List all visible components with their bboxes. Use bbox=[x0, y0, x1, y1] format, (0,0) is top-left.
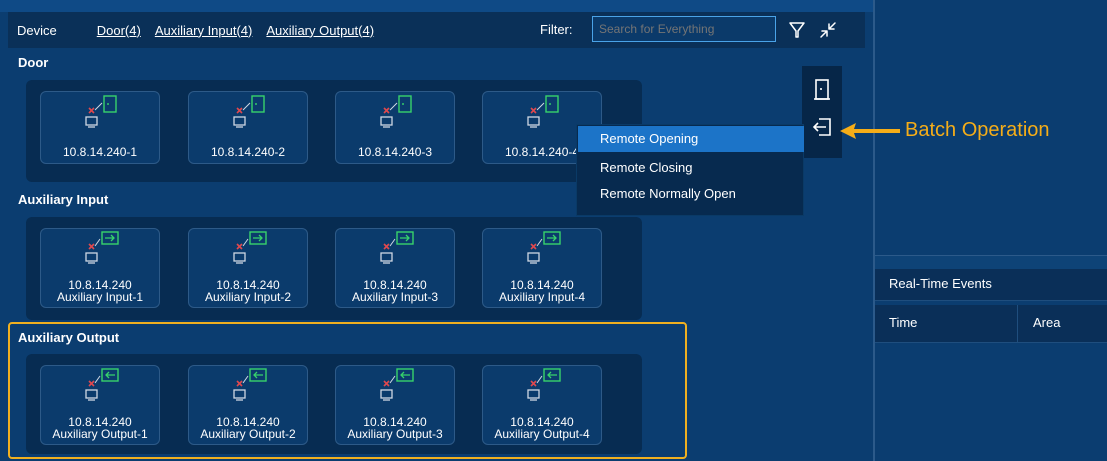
auxiliary-input-tile-2[interactable]: 10.8.14.240 Auxiliary Input-2 bbox=[188, 228, 308, 308]
auxiliary-output-icon bbox=[527, 368, 561, 401]
menu-item-remote-normally-open[interactable]: Remote Normally Open bbox=[578, 181, 804, 207]
auxiliary-output-filter-link[interactable]: Auxiliary Output(4) bbox=[266, 23, 374, 38]
door-panel: 10.8.14.240-1 10.8.14.240-2 10.8.14.240-… bbox=[26, 80, 642, 182]
auxiliary-input-filter-link[interactable]: Auxiliary Input(4) bbox=[155, 23, 253, 38]
column-header-time[interactable]: Time bbox=[889, 309, 917, 337]
funnel-icon[interactable] bbox=[787, 20, 807, 40]
realtime-events-title: Real-Time Events bbox=[875, 269, 1107, 301]
device-name: Auxiliary Output-1 bbox=[52, 427, 148, 441]
batch-operation-callout: Batch Operation bbox=[905, 119, 1050, 141]
filter-label: Filter: bbox=[540, 22, 573, 37]
door-device-icon bbox=[233, 95, 265, 128]
batch-exit-icon[interactable] bbox=[811, 116, 833, 138]
auxiliary-input-section-title: Auxiliary Input bbox=[18, 192, 109, 207]
horizontal-splitter[interactable] bbox=[875, 255, 1107, 269]
main-panel: Device Door(4) Auxiliary Input(4) Auxili… bbox=[0, 0, 873, 461]
device-name: Auxiliary Input-1 bbox=[56, 290, 144, 304]
door-tile-2[interactable]: 10.8.14.240-2 bbox=[188, 91, 308, 164]
auxiliary-output-tile-4[interactable]: 10.8.14.240 Auxiliary Output-4 bbox=[482, 365, 602, 445]
auxiliary-input-tile-3[interactable]: 10.8.14.240 Auxiliary Input-3 bbox=[335, 228, 455, 308]
auxiliary-input-tile-4[interactable]: 10.8.14.240 Auxiliary Input-4 bbox=[482, 228, 602, 308]
door-icon[interactable] bbox=[813, 78, 831, 102]
device-name: Auxiliary Output-4 bbox=[494, 427, 590, 441]
device-name: 10.8.14.240-2 bbox=[210, 145, 286, 159]
device-name: Auxiliary Input-2 bbox=[204, 290, 292, 304]
door-tile-3[interactable]: 10.8.14.240-3 bbox=[335, 91, 455, 164]
batch-tools bbox=[802, 66, 842, 158]
door-tile-1[interactable]: 10.8.14.240-1 bbox=[40, 91, 160, 164]
collapse-arrows-icon[interactable] bbox=[818, 20, 838, 40]
device-name: Auxiliary Input-4 bbox=[498, 290, 586, 304]
callout-arrow-icon bbox=[840, 123, 900, 139]
auxiliary-output-icon bbox=[233, 368, 267, 401]
auxiliary-input-icon bbox=[527, 231, 561, 264]
auxiliary-input-tile-1[interactable]: 10.8.14.240 Auxiliary Input-1 bbox=[40, 228, 160, 308]
auxiliary-output-tile-2[interactable]: 10.8.14.240 Auxiliary Output-2 bbox=[188, 365, 308, 445]
auxiliary-output-tile-1[interactable]: 10.8.14.240 Auxiliary Output-1 bbox=[40, 365, 160, 445]
device-name: 10.8.14.240-1 bbox=[62, 145, 138, 159]
auxiliary-output-panel: 10.8.14.240 Auxiliary Output-1 10.8.14.2… bbox=[26, 354, 642, 454]
realtime-events-pane: Real-Time Events Time Area bbox=[875, 269, 1107, 461]
device-label: Device bbox=[17, 22, 57, 38]
auxiliary-output-section-title: Auxiliary Output bbox=[18, 330, 120, 345]
device-name: Auxiliary Output-3 bbox=[347, 427, 443, 441]
column-divider bbox=[1017, 305, 1018, 343]
door-section-title: Door bbox=[18, 55, 49, 70]
device-name: Auxiliary Output-2 bbox=[200, 427, 296, 441]
auxiliary-output-tile-3[interactable]: 10.8.14.240 Auxiliary Output-3 bbox=[335, 365, 455, 445]
door-device-icon bbox=[85, 95, 117, 128]
menu-item-remote-closing[interactable]: Remote Closing bbox=[578, 155, 804, 181]
top-strip bbox=[0, 0, 873, 12]
door-device-icon bbox=[380, 95, 412, 128]
auxiliary-input-icon bbox=[380, 231, 414, 264]
auxiliary-output-icon bbox=[85, 368, 119, 401]
device-name: 10.8.14.240-3 bbox=[357, 145, 433, 159]
device-name: Auxiliary Input-3 bbox=[351, 290, 439, 304]
auxiliary-input-icon bbox=[233, 231, 267, 264]
toolbar: Device Door(4) Auxiliary Input(4) Auxili… bbox=[8, 12, 865, 48]
door-filter-link[interactable]: Door(4) bbox=[97, 23, 141, 38]
search-input[interactable] bbox=[592, 16, 776, 42]
door-device-icon bbox=[527, 95, 559, 128]
auxiliary-input-panel: 10.8.14.240 Auxiliary Input-1 10.8.14.24… bbox=[26, 217, 642, 320]
batch-operation-menu: Remote Opening Remote Closing Remote Nor… bbox=[576, 124, 804, 216]
auxiliary-output-icon bbox=[380, 368, 414, 401]
column-header-area[interactable]: Area bbox=[1033, 309, 1060, 337]
menu-item-remote-opening[interactable]: Remote Opening bbox=[578, 126, 804, 152]
auxiliary-input-icon bbox=[85, 231, 119, 264]
